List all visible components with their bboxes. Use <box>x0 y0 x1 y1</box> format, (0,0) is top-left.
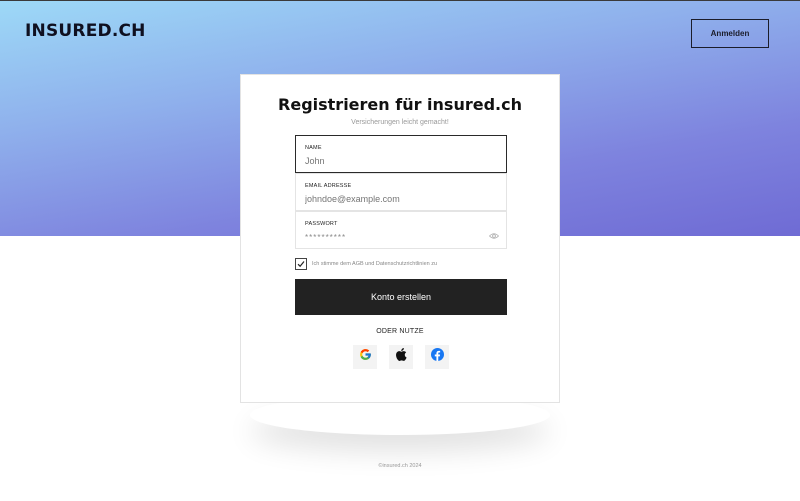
login-button[interactable]: Anmelden <box>691 19 769 48</box>
google-login-button[interactable] <box>353 345 377 369</box>
password-input[interactable]: ********** <box>305 233 485 242</box>
form-subtitle: Versicherungen leicht gemacht! <box>351 119 449 126</box>
apple-icon <box>395 348 407 366</box>
email-field-label: EMAIL ADRESSE <box>305 183 352 189</box>
form-title: Registrieren für insured.ch <box>278 95 522 114</box>
brand-logo[interactable]: INSURED.CH <box>25 21 146 41</box>
email-field[interactable]: EMAIL ADRESSE <box>295 173 507 211</box>
social-divider-label: ODER NUTZE <box>376 328 424 335</box>
terms-checkbox[interactable] <box>295 258 307 270</box>
google-icon <box>359 348 372 366</box>
password-field-label: PASSWORT <box>305 221 338 227</box>
eye-icon[interactable] <box>488 227 500 239</box>
facebook-icon <box>430 348 444 366</box>
password-field[interactable]: PASSWORT ********** <box>295 211 507 249</box>
create-account-button[interactable]: Konto erstellen <box>295 279 507 315</box>
name-field[interactable]: NAME <box>295 135 507 173</box>
name-input[interactable] <box>305 156 485 166</box>
apple-login-button[interactable] <box>389 345 413 369</box>
terms-label: Ich stimme dem AGB und Datenschutzrichtl… <box>312 261 438 267</box>
registration-card: Registrieren für insured.ch Versicherung… <box>240 74 560 403</box>
name-field-label: NAME <box>305 145 322 151</box>
checkmark-icon <box>297 261 305 268</box>
email-input[interactable] <box>305 194 485 204</box>
facebook-login-button[interactable] <box>425 345 449 369</box>
footer-copyright: ©insured.ch 2024 <box>378 463 422 469</box>
